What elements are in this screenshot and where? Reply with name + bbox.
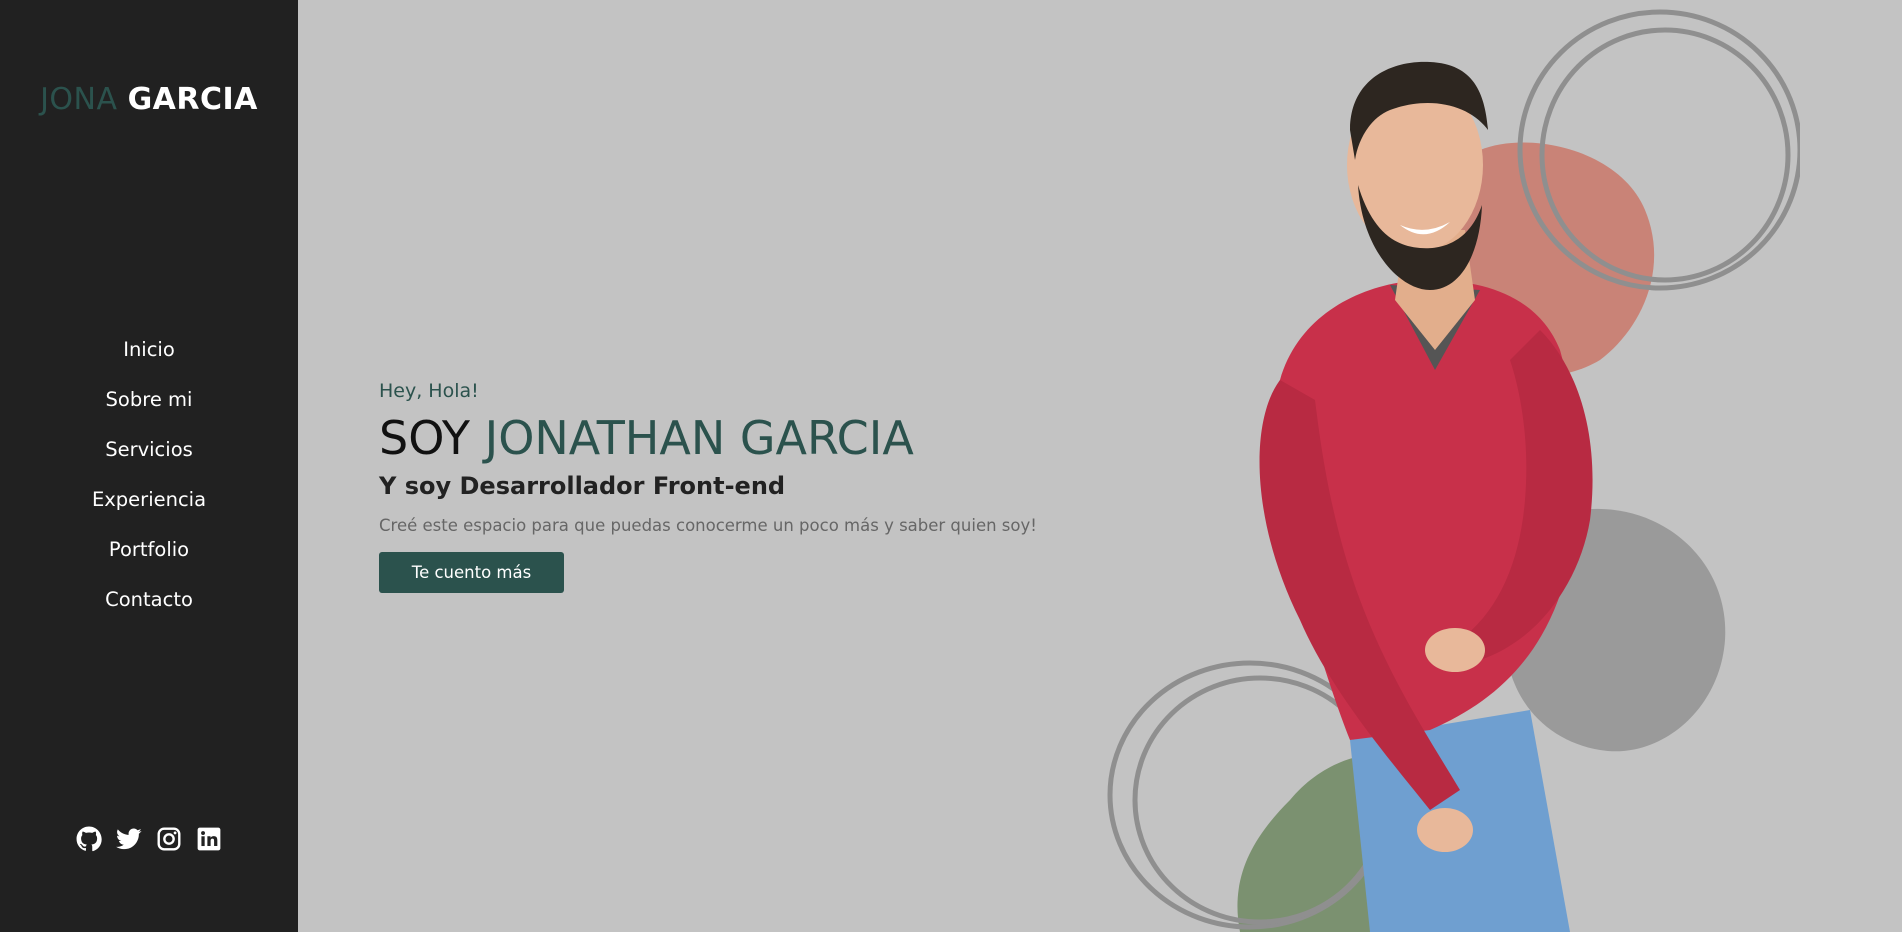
nav-item-sobre-mi[interactable]: Sobre mi	[0, 383, 298, 433]
hero-section: Hey, Hola! SOY JONATHAN GARCIA Y soy Des…	[379, 380, 1037, 593]
logo-first-name: JONA	[40, 82, 118, 117]
instagram-icon[interactable]	[156, 826, 182, 852]
hero-illustration	[1100, 0, 1800, 932]
github-icon[interactable]	[76, 826, 102, 852]
sidebar: JONA GARCIA Inicio Sobre mi Servicios Ex…	[0, 0, 298, 932]
social-links	[0, 826, 298, 852]
logo-last-name: GARCIA	[127, 82, 258, 117]
twitter-icon[interactable]	[116, 826, 142, 852]
hero-subtitle: Y soy Desarrollador Front-end	[379, 472, 786, 500]
hero-greeting: Hey, Hola!	[379, 380, 479, 402]
te-cuento-mas-button[interactable]: Te cuento más	[379, 552, 564, 593]
site-logo[interactable]: JONA GARCIA	[0, 82, 298, 117]
hero-headline: SOY JONATHAN GARCIA	[379, 410, 1037, 466]
portrait-artwork	[1107, 9, 1800, 932]
headline-prefix: SOY	[379, 411, 470, 465]
linkedin-icon[interactable]	[196, 826, 222, 852]
nav-item-inicio[interactable]: Inicio	[0, 333, 298, 383]
headline-name: JONATHAN GARCIA	[484, 411, 914, 465]
main-nav: Inicio Sobre mi Servicios Experiencia Po…	[0, 333, 298, 633]
hero-description: Creé este espacio para que puedas conoce…	[379, 516, 1037, 535]
nav-item-servicios[interactable]: Servicios	[0, 433, 298, 483]
nav-item-portfolio[interactable]: Portfolio	[0, 533, 298, 583]
nav-item-contacto[interactable]: Contacto	[0, 583, 298, 633]
nav-item-experiencia[interactable]: Experiencia	[0, 483, 298, 533]
